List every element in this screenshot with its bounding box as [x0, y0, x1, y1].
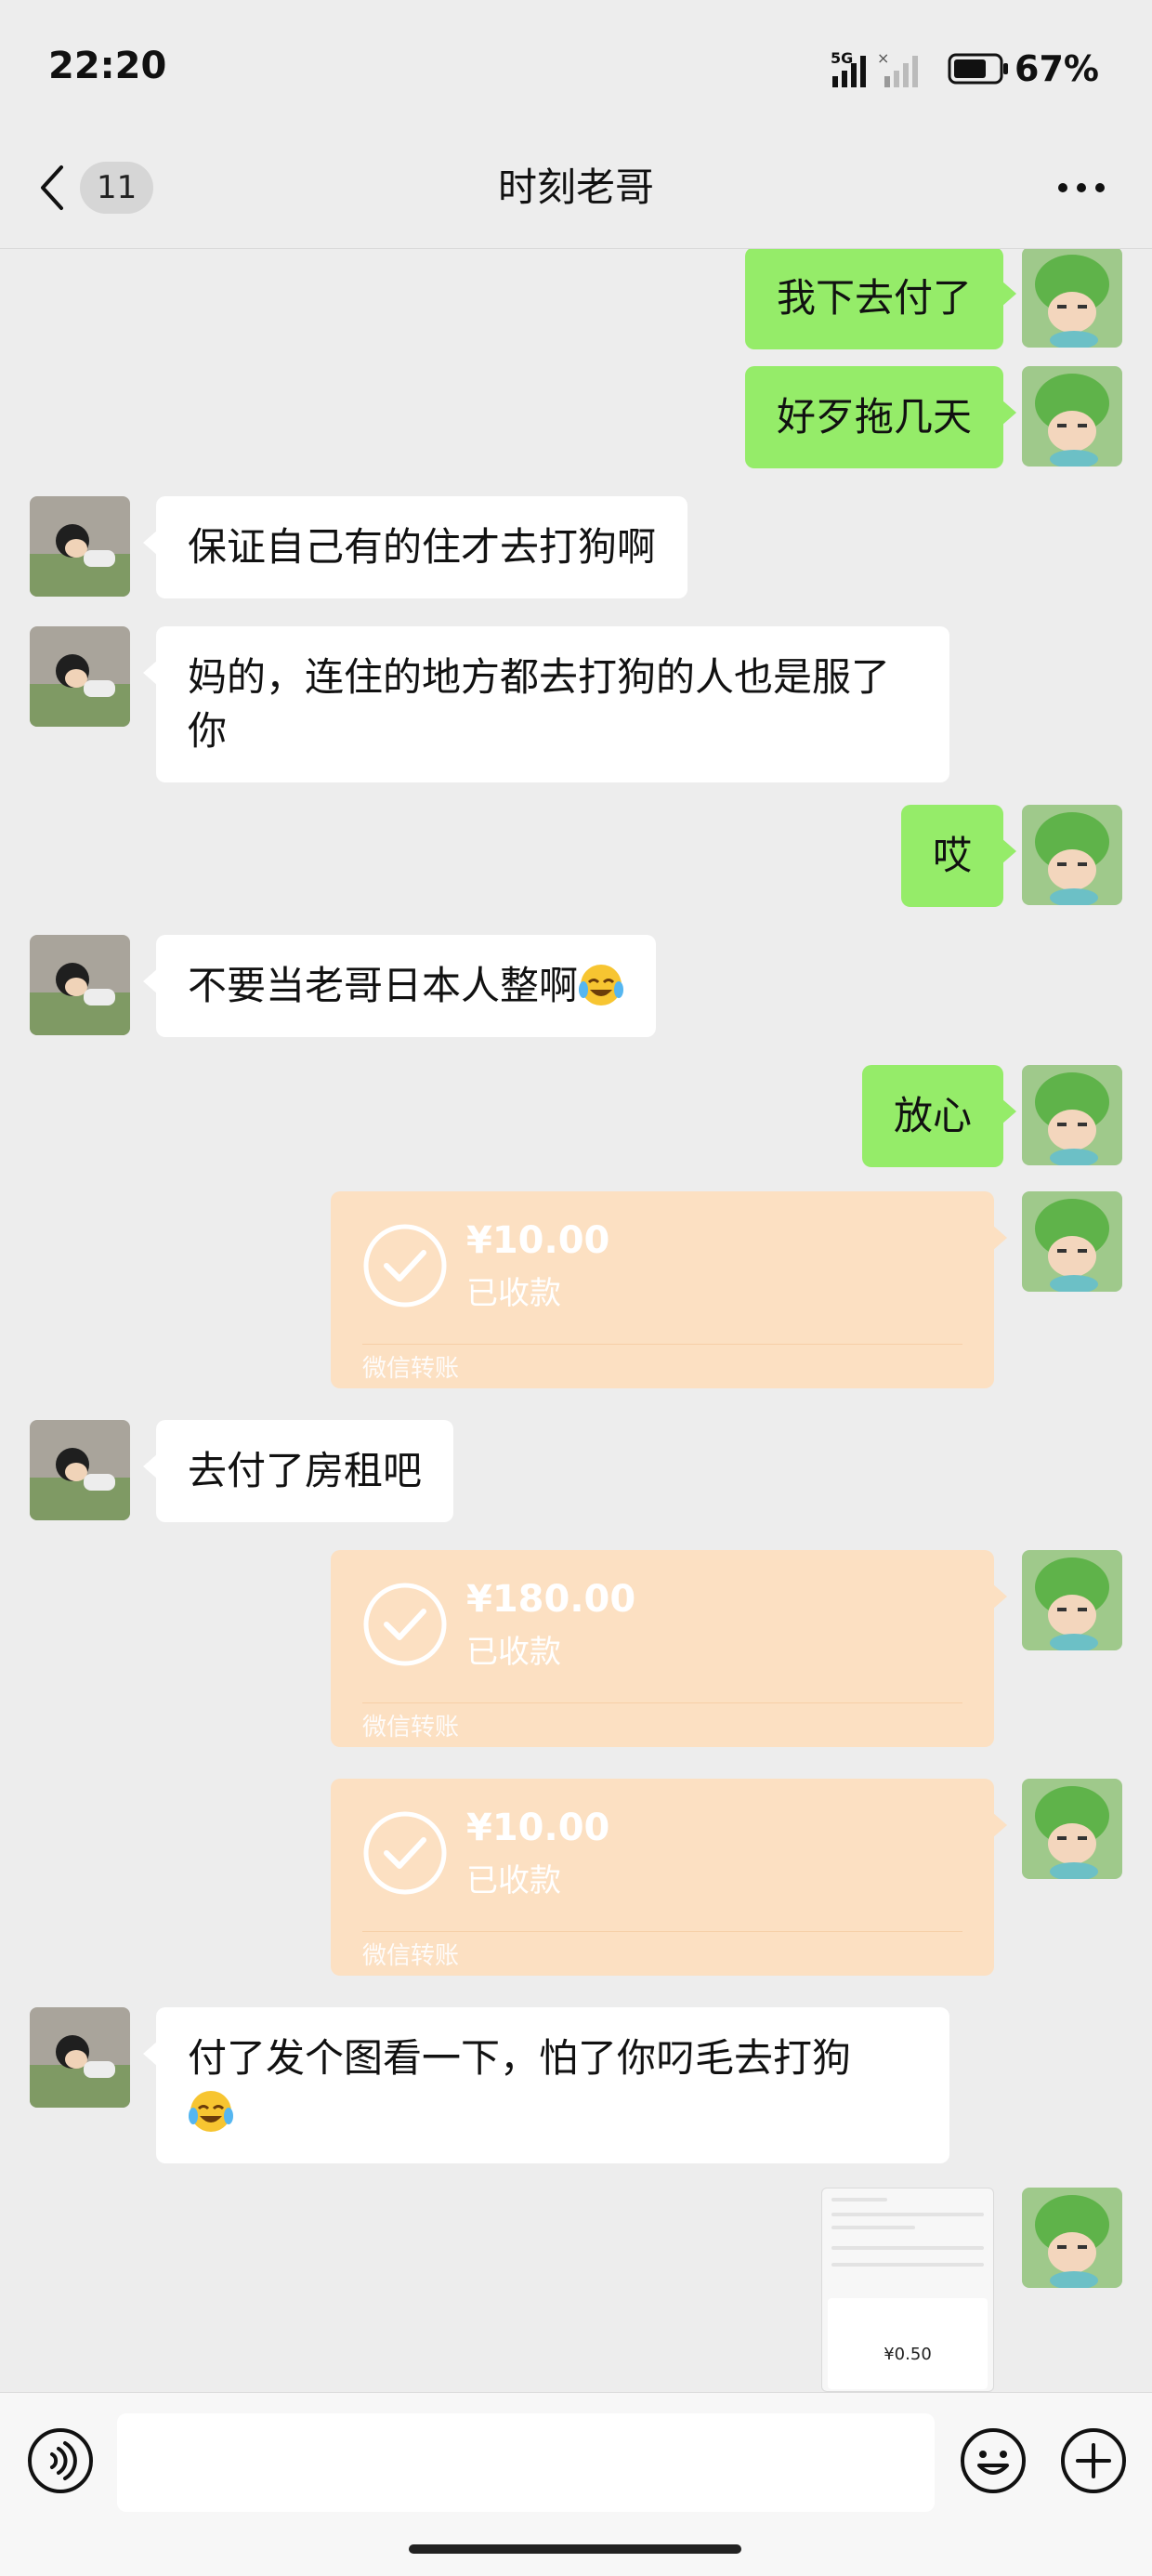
image-message[interactable]: ¥0.50 [821, 2188, 994, 2392]
transfer-status: 已收款 [466, 1634, 561, 1671]
thumb-line [831, 2226, 915, 2229]
chat-title: 时刻老哥 [497, 164, 654, 210]
my-avatar[interactable] [1022, 1779, 1122, 1879]
contact-avatar[interactable] [30, 496, 130, 597]
my-avatar[interactable] [1022, 1191, 1122, 1292]
transfer-label: 微信转账 [362, 1355, 460, 1383]
check-circle-icon [363, 1583, 447, 1666]
transfer-card[interactable]: ¥10.00 已收款 微信转账 [331, 1779, 1007, 1976]
green-hat-character-icon [1022, 1550, 1122, 1650]
more-options-icon[interactable] [1055, 180, 1107, 195]
transfer-card[interactable]: ¥180.00 已收款 微信转账 [331, 1550, 1007, 1747]
my-avatar[interactable] [1022, 805, 1122, 905]
message-bubble-outgoing[interactable]: 我下去付了 [744, 249, 1017, 349]
battery-icon [948, 53, 1008, 85]
thumb-line [831, 2263, 984, 2267]
unread-count-badge[interactable]: 11 [80, 162, 154, 214]
contact-avatar[interactable] [30, 935, 130, 1035]
status-time: 22:20 [48, 45, 167, 87]
voice-icon[interactable] [26, 2426, 95, 2495]
check-circle-icon [363, 1224, 447, 1308]
laugh-cry-emoji-icon [579, 965, 624, 1005]
laugh-cry-emoji-icon [189, 2091, 233, 2132]
thumb-line [831, 2198, 887, 2201]
boy-lying-on-grass-icon [30, 2007, 130, 2108]
smile-icon[interactable] [959, 2426, 1028, 2495]
transfer-status: 已收款 [466, 1275, 561, 1312]
transfer-label: 微信转账 [362, 1714, 460, 1741]
check-circle-icon [363, 1811, 447, 1895]
plus-icon[interactable] [1059, 2426, 1128, 2495]
message-bubble-incoming[interactable]: 保证自己有的住才去打狗啊 [142, 496, 688, 598]
thumb-line [831, 2246, 984, 2250]
my-avatar[interactable] [1022, 1065, 1122, 1165]
boy-lying-on-grass-icon [30, 496, 130, 597]
contact-avatar[interactable] [30, 1420, 130, 1520]
thumb-amount: ¥0.50 [884, 2345, 932, 2364]
status-bar: 22:20 5G × 67% [0, 0, 1152, 139]
green-hat-character-icon [1022, 1065, 1122, 1165]
my-avatar[interactable] [1022, 366, 1122, 467]
green-hat-character-icon [1022, 2188, 1122, 2288]
green-hat-character-icon [1022, 805, 1122, 905]
transfer-amount: ¥10.00 [466, 1219, 610, 1262]
transfer-amount: ¥10.00 [466, 1807, 610, 1849]
my-avatar[interactable] [1022, 2188, 1122, 2288]
signal-icon: 5G × [831, 49, 918, 87]
message-bubble-outgoing[interactable]: 放心 [861, 1065, 1017, 1167]
message-bubble-incoming[interactable]: 妈的，连住的地方都去打狗的人也是服了你 [143, 626, 949, 782]
message-input[interactable] [117, 2413, 935, 2512]
message-bubble-outgoing[interactable]: 哎 [900, 805, 1017, 907]
green-hat-character-icon [1022, 1779, 1122, 1879]
message-list[interactable]: 我下去付了 好歹拖几天 保证自己有的住才去打狗啊 妈的，连住的地方都去打狗的人也… [0, 249, 1152, 2392]
divider [362, 1702, 962, 1703]
boy-lying-on-grass-icon [30, 1420, 130, 1520]
divider [362, 1931, 962, 1932]
battery-percent: 67% [1015, 48, 1099, 89]
contact-avatar[interactable] [30, 626, 130, 727]
message-text: 不要当老哥日本人整啊 [188, 963, 579, 1008]
my-avatar[interactable] [1022, 249, 1122, 348]
message-bubble-outgoing[interactable]: 好歹拖几天 [744, 366, 1017, 468]
boy-lying-on-grass-icon [30, 935, 130, 1035]
divider [362, 1344, 962, 1345]
thumb-card [828, 2298, 988, 2389]
chat-header: 11 时刻老哥 [0, 139, 1152, 249]
message-bubble-incoming[interactable]: 去付了房租吧 [142, 1420, 454, 1522]
back-arrow-icon[interactable] [37, 162, 65, 214]
message-bubble-incoming[interactable]: 付了发个图看一下，怕了你叼毛去打狗 [143, 2007, 949, 2163]
transfer-amount: ¥180.00 [466, 1578, 636, 1621]
message-text: 付了发个图看一下，怕了你叼毛去打狗 [188, 2035, 852, 2081]
transfer-label: 微信转账 [362, 1942, 460, 1970]
green-hat-character-icon [1022, 366, 1122, 467]
home-indicator[interactable] [409, 2544, 741, 2554]
transfer-status: 已收款 [466, 1862, 561, 1899]
green-hat-character-icon [1022, 249, 1122, 348]
green-hat-character-icon [1022, 1191, 1122, 1292]
svg-text:×: × [877, 49, 889, 67]
message-bubble-incoming[interactable]: 不要当老哥日本人整啊 [142, 935, 657, 1037]
contact-avatar[interactable] [30, 2007, 130, 2108]
my-avatar[interactable] [1022, 1550, 1122, 1650]
network-label: 5G [831, 49, 853, 67]
transfer-card[interactable]: ¥10.00 已收款 微信转账 [331, 1191, 1007, 1388]
boy-lying-on-grass-icon [30, 626, 130, 727]
thumb-line [831, 2213, 984, 2216]
